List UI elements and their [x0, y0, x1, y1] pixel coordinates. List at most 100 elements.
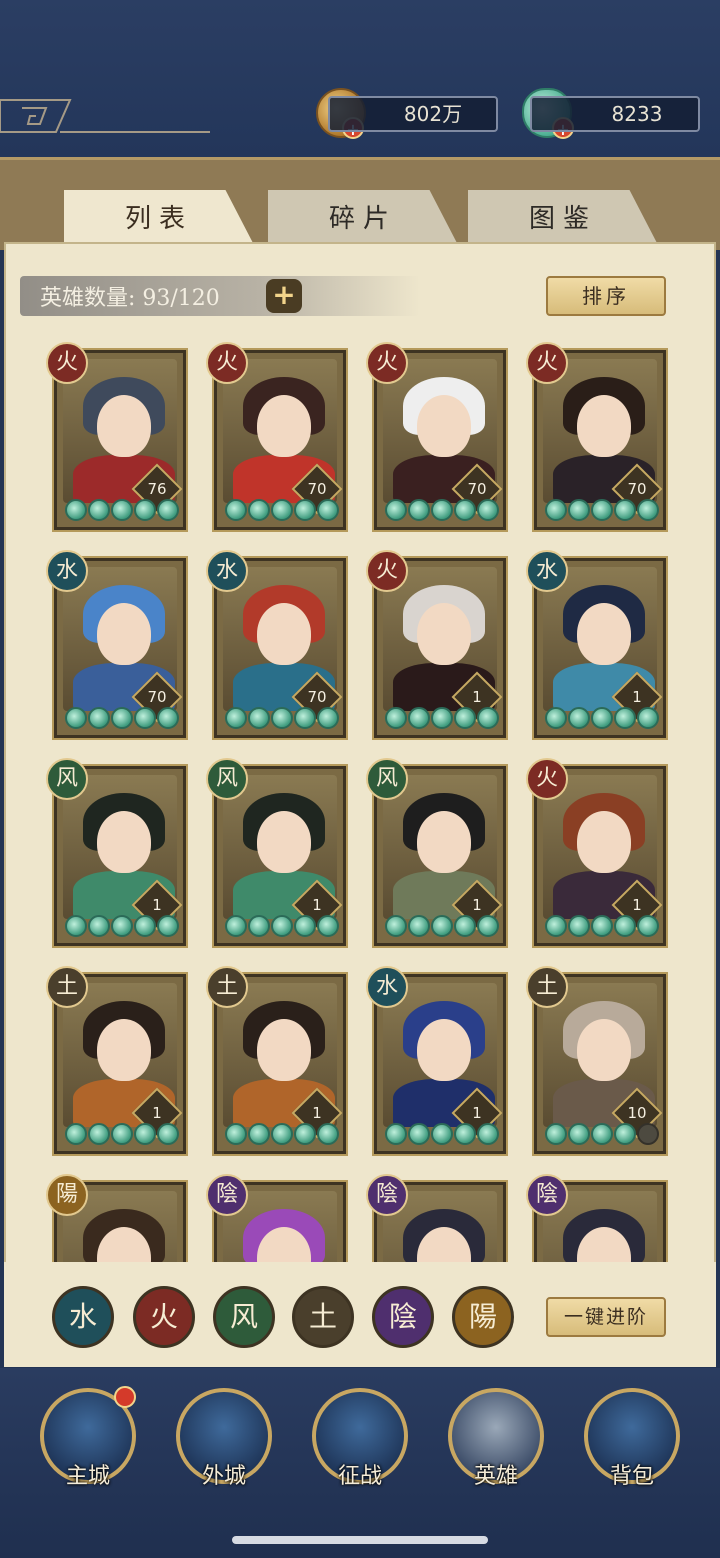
star-bead-icon: [614, 915, 636, 937]
star-bead-icon: [591, 915, 613, 937]
coin-amount: 802万: [403, 102, 463, 126]
hero-star-row: [385, 1123, 499, 1147]
hero-star-row: [65, 707, 179, 731]
hero-face: [417, 1019, 471, 1081]
hero-element-badge: 火: [206, 342, 248, 384]
star-bead-icon: [317, 707, 339, 729]
hero-face: [97, 603, 151, 665]
star-bead-icon: [454, 499, 476, 521]
star-bead-icon: [294, 915, 316, 937]
star-bead-icon: [477, 707, 499, 729]
star-bead-icon: [248, 707, 270, 729]
hero-star-row: [545, 915, 659, 939]
star-bead-icon: [591, 707, 613, 729]
star-bead-icon: [545, 1123, 567, 1145]
hero-element-badge: 陰: [526, 1174, 568, 1216]
star-bead-icon: [65, 499, 87, 521]
jade-amount: 8233: [611, 102, 663, 126]
star-bead-icon: [408, 707, 430, 729]
filter-wind-button[interactable]: 风: [213, 1286, 275, 1348]
nav-main-city-label: 主城: [65, 1464, 110, 1489]
star-bead-icon: [385, 707, 407, 729]
hero-face: [417, 811, 471, 873]
star-bead-icon: [111, 1123, 133, 1145]
one-click-advance-button[interactable]: 一键进阶: [546, 1297, 666, 1337]
sort-button[interactable]: 排序: [546, 276, 666, 316]
star-bead-icon: [134, 915, 156, 937]
star-bead-icon: [111, 499, 133, 521]
star-bead-icon: [65, 1123, 87, 1145]
coin-balance: 802万: [328, 96, 498, 132]
filter-earth-button[interactable]: 土: [292, 1286, 354, 1348]
filter-water-button[interactable]: 水: [52, 1286, 114, 1348]
star-bead-icon: [111, 707, 133, 729]
star-bead-icon: [157, 1123, 179, 1145]
filter-yin-button[interactable]: 陰: [372, 1286, 434, 1348]
star-bead-icon: [385, 1123, 407, 1145]
star-bead-icon: [477, 915, 499, 937]
star-bead-icon: [637, 915, 659, 937]
hero-count-label: 英雄数量: 93/120: [40, 286, 220, 311]
hero-star-row: [225, 1123, 339, 1147]
home-indicator: [232, 1536, 488, 1544]
star-bead-icon: [248, 1123, 270, 1145]
star-bead-icon: [637, 1123, 659, 1145]
hero-face: [417, 395, 471, 457]
hero-face: [257, 395, 311, 457]
star-bead-icon: [225, 499, 247, 521]
star-bead-icon: [225, 707, 247, 729]
pattern-emblem-icon: [0, 99, 210, 133]
filter-yang-button[interactable]: 陽: [452, 1286, 514, 1348]
hero-element-badge: 土: [526, 966, 568, 1008]
hero-element-badge: 水: [206, 550, 248, 592]
hero-face: [577, 1019, 631, 1081]
star-bead-icon: [88, 707, 110, 729]
hero-star-row: [545, 707, 659, 731]
tab-fragments[interactable]: 碎片: [268, 190, 458, 245]
star-bead-icon: [431, 915, 453, 937]
hero-face: [577, 603, 631, 665]
jade-balance: 8233: [530, 96, 700, 132]
notification-dot: [114, 1386, 136, 1408]
star-bead-icon: [568, 915, 590, 937]
nav-campaign-label: 征战: [337, 1464, 382, 1489]
star-bead-icon: [271, 707, 293, 729]
star-bead-icon: [591, 1123, 613, 1145]
hero-face: [257, 811, 311, 873]
star-bead-icon: [408, 499, 430, 521]
nav-backpack-label: 背包: [609, 1464, 654, 1489]
hero-element-badge: 陰: [206, 1174, 248, 1216]
star-bead-icon: [454, 915, 476, 937]
star-bead-icon: [614, 499, 636, 521]
star-bead-icon: [431, 707, 453, 729]
hero-element-badge: 火: [366, 342, 408, 384]
hero-element-badge: 水: [526, 550, 568, 592]
tab-collection[interactable]: 图鉴: [468, 190, 658, 245]
hero-element-badge: 陰: [366, 1174, 408, 1216]
star-bead-icon: [545, 915, 567, 937]
hero-star-row: [545, 1123, 659, 1147]
star-bead-icon: [568, 1123, 590, 1145]
star-bead-icon: [614, 707, 636, 729]
star-bead-icon: [317, 915, 339, 937]
hero-face: [577, 395, 631, 457]
star-bead-icon: [385, 499, 407, 521]
star-bead-icon: [65, 915, 87, 937]
star-bead-icon: [385, 915, 407, 937]
tab-list[interactable]: 列表: [64, 190, 254, 245]
hero-star-row: [385, 707, 499, 731]
hero-star-row: [385, 499, 499, 523]
hero-face: [97, 395, 151, 457]
star-bead-icon: [431, 499, 453, 521]
hero-element-badge: 土: [206, 966, 248, 1008]
star-bead-icon: [248, 915, 270, 937]
nav-outer-city-label: 外城: [201, 1464, 246, 1489]
star-bead-icon: [271, 915, 293, 937]
expand-capacity-button[interactable]: +: [266, 279, 302, 313]
hero-element-badge: 火: [366, 550, 408, 592]
star-bead-icon: [88, 499, 110, 521]
star-bead-icon: [568, 707, 590, 729]
star-bead-icon: [477, 1123, 499, 1145]
star-bead-icon: [568, 499, 590, 521]
filter-fire-button[interactable]: 火: [133, 1286, 195, 1348]
